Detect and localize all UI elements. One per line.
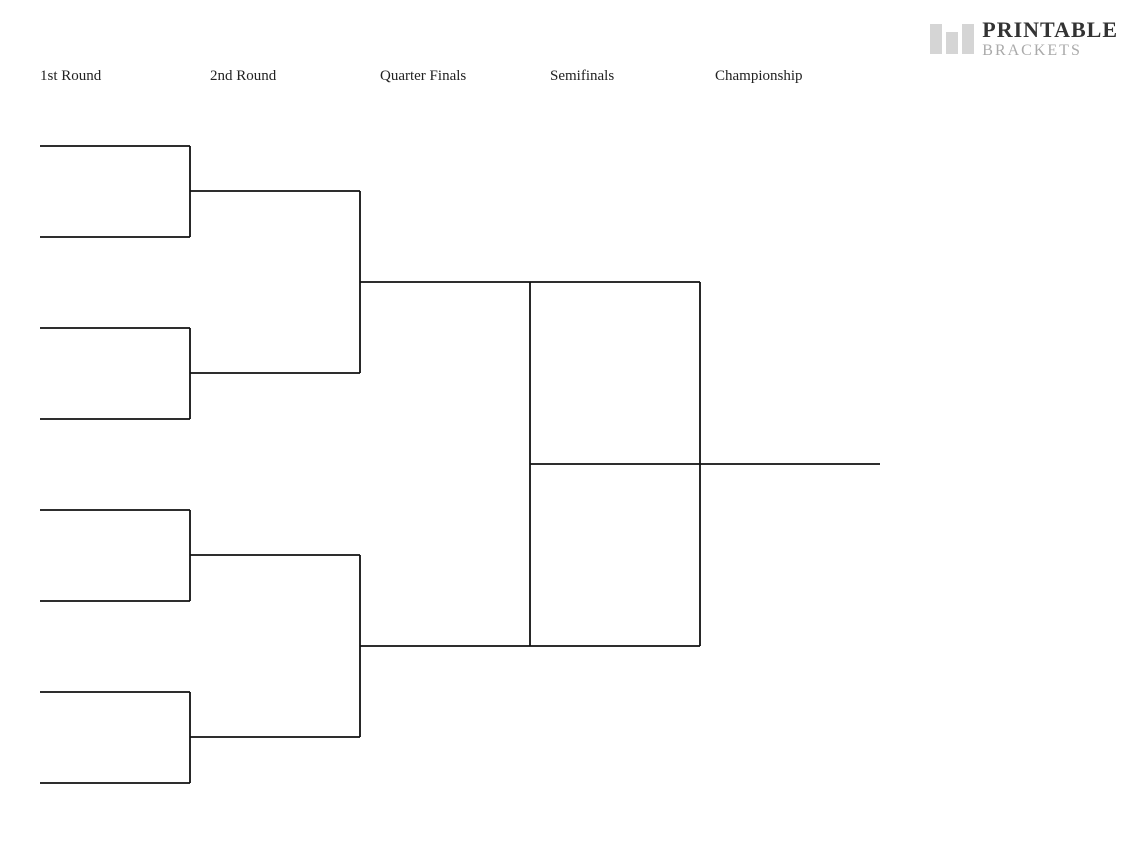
round-4-header: Semifinals [550, 68, 715, 85]
round-5-header: Championship [715, 68, 880, 85]
round-1-header: 1st Round [40, 68, 210, 85]
logo-bottom: BRACKETS [982, 42, 1118, 60]
logo: PRINTABLE BRACKETS [930, 18, 1118, 60]
logo-text: PRINTABLE BRACKETS [982, 18, 1118, 60]
logo-top: PRINTABLE [982, 18, 1118, 42]
round-headers: 1st Round 2nd Round Quarter Finals Semif… [40, 68, 940, 85]
bracket-main [20, 100, 1070, 830]
round-3-header: Quarter Finals [380, 68, 550, 85]
logo-icon [930, 24, 974, 54]
round-2-header: 2nd Round [210, 68, 380, 85]
